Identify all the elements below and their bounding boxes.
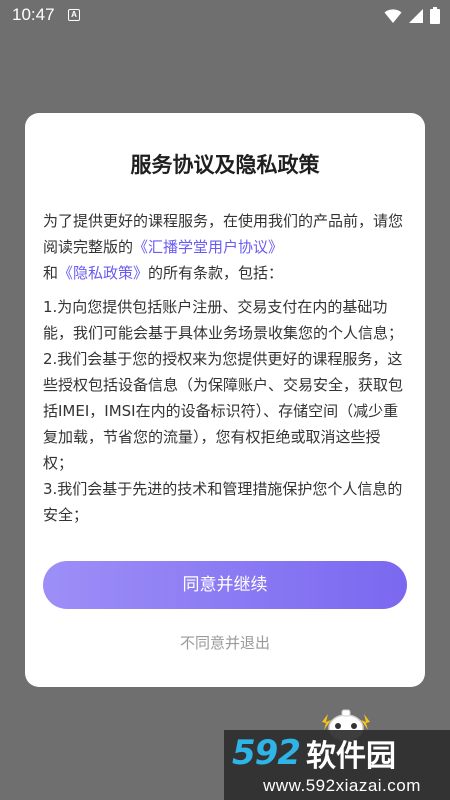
agree-continue-button[interactable]: 同意并继续 [43,561,407,609]
status-icons [384,7,440,24]
watermark-url: www.592xiazai.com [263,776,421,795]
intro-middle: 和 [43,264,59,282]
terms-item-2: 2.我们会基于您的授权来为您提供更好的课程服务，这些授权包括设备信息（为保障账户… [43,350,404,472]
privacy-policy-link[interactable]: 《隐私政策》 [58,264,148,282]
signal-icon [409,8,423,23]
intro-paragraph: 为了提供更好的课程服务，在使用我们的产品前，请您阅读完整版的《汇播学堂用户协议》… [43,208,407,286]
privacy-dialog: 服务协议及隐私政策 为了提供更好的课程服务，在使用我们的产品前，请您阅读完整版的… [25,113,425,687]
status-time: 10:47 [12,5,55,24]
user-agreement-link[interactable]: 《汇播学堂用户协议》 [133,238,283,256]
dialog-title: 服务协议及隐私政策 [130,153,320,177]
terms-item-1: 1.为向您提供包括账户注册、交易支付在内的基础功能，我们可能会基于具体业务场景收… [43,298,404,342]
wifi-icon [384,8,402,23]
site-watermark: 592 软件园 www.592xiazai.com [224,730,450,800]
notification-a-icon: A [68,9,80,21]
terms-item-3: 3.我们会基于先进的技术和管理措施保护您个人信息的安全； [43,480,403,524]
intro-suffix: 的所有条款，包括： [148,264,284,282]
watermark-brand: 592 软件园 [232,730,444,776]
status-bar: 10:47 A [0,0,450,30]
dialog-body[interactable]: 为了提供更好的课程服务，在使用我们的产品前，请您阅读完整版的《汇播学堂用户协议》… [43,208,407,548]
watermark-name: 软件园 [305,739,396,774]
battery-icon [430,7,440,24]
disagree-exit-button[interactable]: 不同意并退出 [25,632,425,653]
watermark-number: 592 [232,733,301,773]
